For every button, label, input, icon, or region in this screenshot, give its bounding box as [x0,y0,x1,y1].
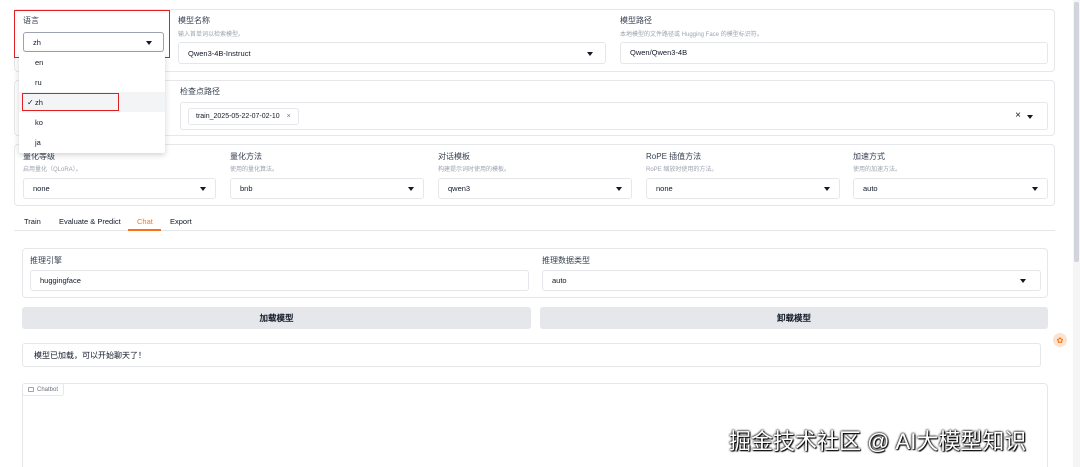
active-tab-underline [128,229,161,231]
rope-value: none [656,184,673,193]
rope-label: RoPE 插值方法 [646,152,702,161]
close-icon[interactable]: × [287,113,291,120]
quant-bit-value: none [33,184,50,193]
lang-option-ko[interactable]: ko [35,118,43,127]
model-name-hint: 输入首单词以检索模型。 [178,32,245,38]
model-name-label: 模型名称 [178,16,210,25]
chat-icon [28,387,34,392]
quant-method-select[interactable]: bnb [230,178,424,199]
info-text: 模型已加载，可以开始聊天了！ [34,350,146,360]
chevron-down-icon [616,187,622,191]
tab-train[interactable]: Train [24,217,41,226]
chevron-down-icon [1032,187,1038,191]
model-path-input[interactable]: Qwen/Qwen3-4B [620,42,1048,64]
checkpoint-label: 检查点路径 [180,87,220,96]
chevron-down-icon [587,52,593,56]
chatbot-label: Chatbot [37,386,59,393]
rope-hint: RoPE 缩放时使用的方法。 [646,167,718,173]
infer-backend-select[interactable]: huggingface [30,270,529,291]
lang-option-en[interactable]: en [35,58,43,67]
booster-hint: 使用的加速方法。 [853,167,902,173]
load-model-button[interactable]: 加载模型 [22,307,531,329]
infer-dtype-select[interactable]: auto [542,270,1041,291]
chatbot-label-tag: Chatbot [22,383,65,396]
watermark-text: 掘金技术社区 @ AI大模型知识 [729,429,1027,454]
infer-backend-value: huggingface [40,276,81,285]
model-path-label: 模型路径 [620,16,652,25]
chevron-down-icon[interactable] [1027,115,1033,119]
rope-select[interactable]: none [646,178,840,199]
quant-method-hint: 使用的量化算法。 [230,167,279,173]
quant-method-label: 量化方法 [230,152,262,161]
checkpoint-select[interactable]: train_2025-05-22-07-02-10 × × [180,102,1048,130]
booster-select[interactable]: auto [853,178,1048,199]
chevron-down-icon [200,187,206,191]
side-emoji-icon[interactable]: ✿ [1053,333,1067,347]
clear-icon[interactable]: × [1015,110,1021,121]
quant-bit-hint: 启用量化（QLoRA）。 [23,167,82,173]
tabs-divider [14,230,1055,231]
unload-model-button[interactable]: 卸载模型 [540,307,1048,329]
booster-value: auto [863,184,878,193]
chevron-down-icon [824,187,830,191]
model-name-value: Qwen3-4B-Instruct [188,48,251,58]
lang-highlight-box [14,10,170,58]
checkpoint-chip-label: train_2025-05-22-07-02-10 [196,112,280,120]
checkpoint-chip[interactable]: train_2025-05-22-07-02-10 × [188,107,299,125]
booster-label: 加速方式 [853,152,885,161]
model-path-hint: 本地模型的文件路径或 Hugging Face 的模型标识符。 [620,32,763,38]
tab-chat[interactable]: Chat [137,217,153,226]
lang-option-ja[interactable]: ja [35,138,41,147]
infer-backend-label: 推理引擎 [30,256,62,265]
scrollbar-thumb[interactable] [1074,2,1079,262]
tab-export[interactable]: Export [170,217,192,226]
template-label: 对话模板 [438,152,470,161]
template-hint: 构建提示词时使用的模板。 [438,167,511,173]
chevron-down-icon [1020,279,1026,283]
tab-evaluate[interactable]: Evaluate & Predict [59,217,121,226]
template-value: qwen3 [448,184,471,193]
lang-option-ru[interactable]: ru [35,78,42,87]
model-name-select[interactable]: Qwen3-4B-Instruct [178,42,606,64]
model-path-value: Qwen/Qwen3-4B [630,48,688,57]
infer-dtype-value: auto [552,276,567,285]
infer-dtype-label: 推理数据类型 [542,256,590,265]
info-textbox: 模型已加载，可以开始聊天了！ [22,343,1041,367]
template-select[interactable]: qwen3 [438,178,632,199]
quant-method-value: bnb [240,184,253,193]
quant-bit-select[interactable]: none [23,178,216,199]
zh-option-highlight-box [22,93,119,111]
chevron-down-icon [408,187,414,191]
